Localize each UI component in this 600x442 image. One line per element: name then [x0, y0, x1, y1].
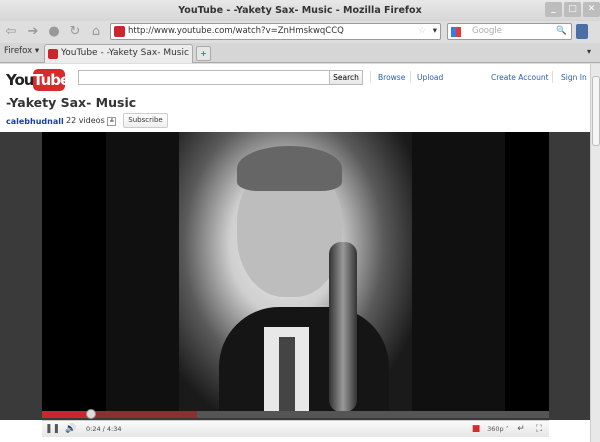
time-display: 0:24 / 4:34	[86, 425, 122, 433]
search-icon[interactable]: 🔍	[556, 24, 567, 39]
video-count[interactable]: 22 videos ≚	[66, 116, 117, 126]
video-title: -Yakety Sax- Music	[6, 95, 137, 110]
popout-icon[interactable]: ↵	[514, 423, 528, 436]
tab-label: YouTube - -Yakety Sax- Music	[61, 48, 189, 58]
youtube-search-input[interactable]	[78, 70, 330, 85]
stop-icon[interactable]: ●	[46, 24, 62, 40]
window-title: YouTube - -Yakety Sax- Music - Mozilla F…	[178, 5, 422, 16]
maximize-button[interactable]: □	[564, 2, 581, 17]
volume-icon[interactable]: 🔊	[62, 423, 80, 436]
search-bar[interactable]: Google 🔍	[447, 23, 572, 40]
close-button[interactable]: ✕	[583, 2, 600, 17]
google-engine-icon[interactable]	[451, 27, 461, 37]
navigation-toolbar: ⇦ ➔ ● ↻ ⌂ http://www.youtube.com/watch?v…	[0, 21, 600, 43]
back-icon[interactable]: ⇦	[3, 24, 19, 40]
progress-bar[interactable]	[42, 409, 549, 419]
sign-in-link[interactable]: Sign In	[561, 73, 587, 82]
browse-link[interactable]: Browse	[378, 73, 405, 82]
search-button[interactable]: Search	[329, 70, 363, 85]
page-content: You Tube Search Browse Upload Create Acc…	[0, 64, 590, 442]
scrollbar-thumb[interactable]	[592, 76, 600, 146]
video-player[interactable]	[0, 132, 590, 420]
progress-played	[42, 411, 92, 418]
chevron-down-icon[interactable]: ▾	[433, 24, 437, 39]
firefox-menu-button[interactable]: Firefox ▾	[4, 46, 39, 56]
vertical-scrollbar[interactable]	[590, 64, 600, 442]
letterbox-right	[412, 132, 505, 411]
url-bar[interactable]: http://www.youtube.com/watch?v=ZnHmskwqC…	[110, 23, 441, 40]
pause-button[interactable]: ❚❚	[45, 423, 60, 436]
tab-bar: Firefox ▾ YouTube - -Yakety Sax- Music +…	[0, 43, 600, 63]
fullscreen-icon[interactable]: ⛶	[532, 423, 546, 436]
quality-button[interactable]: 360p ˄	[486, 423, 510, 436]
site-favicon-icon	[114, 26, 125, 37]
window-titlebar: YouTube - -Yakety Sax- Music - Mozilla F…	[0, 0, 600, 21]
video-count-text: 22 videos	[66, 116, 105, 125]
video-area[interactable]	[42, 132, 549, 411]
subscribe-button[interactable]: Subscribe	[123, 113, 168, 128]
upload-link[interactable]: Upload	[417, 73, 443, 82]
player-controls: ❚❚ 🔊 0:24 / 4:34 ■ 360p ˄ ↵ ⛶	[42, 420, 549, 437]
expand-icon[interactable]: ≚	[107, 117, 117, 126]
bookmark-star-icon[interactable]: ☆	[418, 24, 426, 39]
new-tab-button[interactable]: +	[196, 46, 211, 61]
tab-favicon-icon	[48, 49, 58, 59]
tab-list-chevron-icon[interactable]: ▾	[587, 47, 591, 56]
url-text: http://www.youtube.com/watch?v=ZnHmskwqC…	[128, 26, 344, 36]
create-account-link[interactable]: Create Account	[491, 73, 549, 82]
youtube-logo[interactable]: You Tube	[6, 69, 70, 91]
reload-icon[interactable]: ↻	[67, 24, 83, 40]
video-frame	[179, 132, 412, 411]
forward-icon[interactable]: ➔	[25, 24, 41, 40]
annotations-icon[interactable]: ■	[470, 423, 482, 436]
tab-youtube[interactable]: YouTube - -Yakety Sax- Music	[44, 44, 193, 63]
minimize-button[interactable]: _	[545, 2, 562, 17]
search-placeholder: Google	[472, 26, 502, 36]
channel-link[interactable]: calebhudnall	[6, 117, 64, 126]
letterbox-left	[106, 132, 179, 411]
addon-icon[interactable]	[576, 24, 588, 39]
quality-label: 360p	[487, 425, 504, 433]
home-icon[interactable]: ⌂	[88, 24, 104, 40]
